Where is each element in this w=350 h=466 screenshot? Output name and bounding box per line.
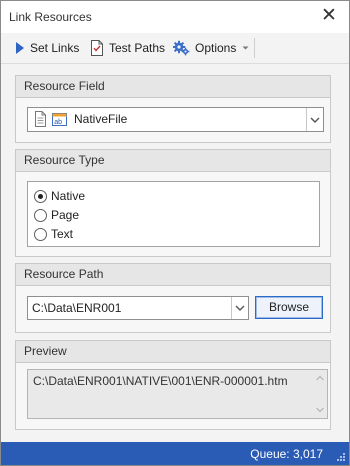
play-arrow-icon — [16, 42, 24, 54]
resource-type-options: Native Page Text — [27, 181, 320, 247]
scroll-up-icon[interactable] — [313, 373, 327, 383]
set-links-label: Set Links — [30, 41, 80, 55]
chevron-down-icon — [310, 117, 320, 123]
chevron-down-icon — [235, 305, 245, 311]
resource-path-group: Resource Path C:\Data\ENR001 Browse — [15, 263, 331, 333]
resource-path-value: C:\Data\ENR001 — [32, 301, 122, 315]
test-paths-label: Test Paths — [109, 41, 166, 55]
radio-icon — [34, 227, 47, 241]
close-icon[interactable]: ✕ — [319, 6, 339, 26]
set-links-button[interactable]: Set Links — [15, 33, 79, 63]
resource-field-header: Resource Field — [16, 76, 330, 98]
test-paths-button[interactable]: Test Paths — [90, 33, 165, 63]
scroll-down-icon[interactable] — [313, 405, 327, 415]
status-bar: Queue: 3,017 — [1, 442, 349, 465]
resource-type-group: Resource Type Native Page Text — [15, 149, 331, 257]
document-check-icon — [91, 40, 103, 56]
svg-text:ab: ab — [54, 119, 62, 126]
toolbar: Set Links Test Paths Options — [1, 33, 349, 64]
radio-icon — [34, 189, 47, 203]
radio-selected-dot — [38, 193, 43, 199]
preview-header: Preview — [16, 341, 330, 363]
radio-page[interactable]: Page — [34, 208, 79, 222]
resize-grip-icon[interactable] — [336, 452, 346, 462]
gears-icon — [173, 40, 190, 56]
radio-text-label: Text — [51, 227, 74, 241]
options-button[interactable]: Options — [173, 33, 250, 63]
resource-field-value: NativeFile — [74, 112, 128, 126]
dropdown-arrow-icon — [242, 46, 249, 50]
resource-path-dropdown-button[interactable] — [231, 297, 248, 319]
preview-scrollbar[interactable] — [313, 370, 327, 418]
file-field-icon: ab — [35, 111, 67, 127]
toolbar-separator — [254, 38, 255, 58]
preview-path: C:\Data\ENR001\NATIVE\001\ENR-000001.htm — [33, 374, 288, 388]
title-bar: Link Resources ✕ — [1, 1, 349, 33]
window-title: Link Resources — [9, 10, 92, 24]
resource-field-group: Resource Field ab NativeFile — [15, 75, 331, 143]
radio-icon — [34, 208, 47, 222]
radio-text[interactable]: Text — [34, 227, 73, 241]
browse-button[interactable]: Browse — [255, 296, 323, 319]
resource-type-header: Resource Type — [16, 150, 330, 172]
options-label: Options — [195, 41, 237, 55]
radio-page-label: Page — [51, 208, 80, 222]
resource-path-header: Resource Path — [16, 264, 330, 286]
radio-native[interactable]: Native — [34, 189, 85, 203]
link-resources-window: Link Resources ✕ Set Links Test Paths Op… — [0, 0, 350, 466]
resource-field-select[interactable]: ab NativeFile — [27, 107, 324, 132]
queue-count: Queue: 3,017 — [250, 447, 323, 461]
resource-path-input[interactable]: C:\Data\ENR001 — [27, 296, 249, 320]
preview-textbox[interactable]: C:\Data\ENR001\NATIVE\001\ENR-000001.htm — [27, 369, 328, 419]
resource-field-dropdown-button[interactable] — [306, 108, 323, 131]
radio-native-label: Native — [51, 189, 86, 203]
preview-group: Preview C:\Data\ENR001\NATIVE\001\ENR-00… — [15, 340, 331, 430]
